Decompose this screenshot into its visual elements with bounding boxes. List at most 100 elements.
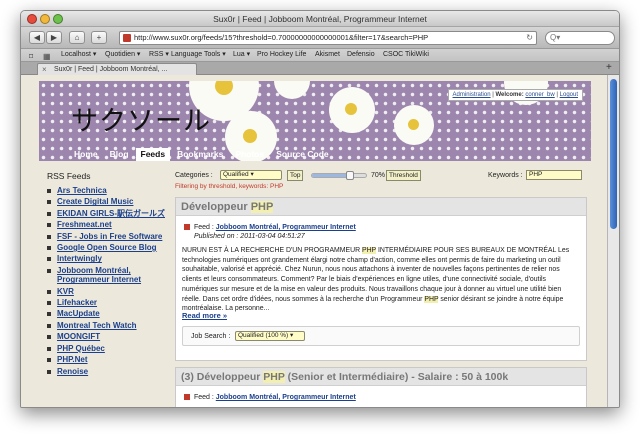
article-body-text: NURUN EST À LA RECHERCHE D'UN PROGRAMMEU… xyxy=(182,247,362,254)
keyword-highlight: PHP xyxy=(361,247,377,254)
job-search-label: Job Search : xyxy=(191,333,231,340)
article-feed-line: Feed : Jobboom Montréal, Programmeur Int… xyxy=(184,394,356,401)
home-button[interactable]: ⌂ xyxy=(69,31,85,44)
nav-feeds[interactable]: Feeds xyxy=(135,148,171,161)
close-tab-icon[interactable]: × xyxy=(42,64,47,75)
keyword-highlight: PHP xyxy=(424,295,439,303)
bookmark-item[interactable]: Akismet xyxy=(315,49,340,61)
rss-feeds-sidebar: RSS Feeds Ars Technica Create Digital Mu… xyxy=(47,171,171,378)
threshold-percent: 70% xyxy=(371,172,386,179)
article-title[interactable]: Développeur PHP xyxy=(176,198,586,216)
bookmarks-bar: ⌑ ▦ Localhost ▾ Quotidien ▾ RSS ▾ Langua… xyxy=(21,49,619,62)
article-body: NURUN EST À LA RECHERCHE D'UN PROGRAMMEU… xyxy=(182,246,580,314)
search-field[interactable]: Q▾ xyxy=(545,31,615,45)
nav-blog[interactable]: Blog xyxy=(105,148,134,161)
feed-link[interactable]: Intertwingly xyxy=(47,254,171,263)
filter-bar: Categories : Qualified ▾ Top 70% Thresho… xyxy=(175,169,591,193)
feed-link[interactable]: FSF - Jobs in Free Software xyxy=(47,232,171,241)
flower-decoration xyxy=(345,103,357,115)
vertical-scrollbar[interactable] xyxy=(607,75,619,407)
threshold-slider-handle[interactable] xyxy=(346,171,355,180)
feed-link[interactable]: EKIDAN GIRLS-駅伝ガールズ xyxy=(47,209,171,218)
nav-bookmarks[interactable]: Bookmarks xyxy=(172,148,228,161)
feed-article: (3) Développeur PHP (Senior et Intermédi… xyxy=(175,367,587,407)
feed-link[interactable]: Lifehacker xyxy=(47,298,171,307)
page-viewport: サクソール Administration | Welcome: conner_b… xyxy=(21,75,609,407)
user-box: Administration | Welcome: conner_bw | Lo… xyxy=(447,89,583,101)
feed-link[interactable]: Renoise xyxy=(47,367,171,376)
read-more-link[interactable]: Read more » xyxy=(182,311,227,320)
address-bar[interactable]: http://www.sux0r.org/feeds/15?threshold=… xyxy=(119,31,537,45)
keyword-highlight: PHP xyxy=(263,371,285,383)
title-bar: Sux0r | Feed | Jobboom Montréal, Program… xyxy=(21,11,619,27)
feed-link[interactable]: Create Digital Music xyxy=(47,197,171,206)
feed-link[interactable]: Freshmeat.net xyxy=(47,220,171,229)
bookmark-item[interactable]: CSOC TikiWiki xyxy=(383,49,429,61)
feed-link[interactable]: PHP Québec xyxy=(47,344,171,353)
categories-label: Categories : xyxy=(175,172,213,179)
bookmark-item[interactable]: Localhost ▾ xyxy=(61,49,96,61)
feed-link[interactable]: MOONGIFT xyxy=(47,332,171,341)
feed-link[interactable]: Montreal Tech Watch xyxy=(47,321,171,330)
filter-status-message: Filtering by threshold, keywords: PHP xyxy=(175,183,284,190)
window-title: Sux0r | Feed | Jobboom Montréal, Program… xyxy=(213,14,427,24)
feed-article: Développeur PHP Feed : Jobboom Montréal,… xyxy=(175,197,587,361)
feed-label: Feed : xyxy=(193,224,214,231)
job-search-box: Job Search : Qualified (100 %) ▾ xyxy=(182,326,580,346)
bookmark-item[interactable]: Quotidien ▾ xyxy=(105,49,140,61)
bookmark-item[interactable]: RSS ▾ xyxy=(149,49,169,61)
job-search-select[interactable]: Qualified (100 %) ▾ xyxy=(235,331,305,341)
article-feed-line: Feed : Jobboom Montréal, Programmeur Int… xyxy=(184,224,356,231)
threshold-button[interactable]: Threshold xyxy=(386,170,421,181)
site-favicon-icon xyxy=(123,34,131,42)
nav-home[interactable]: Home xyxy=(69,148,103,161)
threshold-slider[interactable] xyxy=(311,171,367,180)
administration-link[interactable]: Administration xyxy=(453,92,491,98)
feed-link[interactable]: Ars Technica xyxy=(47,186,171,195)
tab-label: Sux0r | Feed | Jobboom Montréal, ... xyxy=(54,66,168,73)
bookmark-item[interactable]: Pro Hockey Life xyxy=(257,49,306,61)
flower-decoration xyxy=(243,129,257,143)
bookmark-item[interactable]: Defensio xyxy=(347,49,375,61)
keywords-label: Keywords : xyxy=(488,172,523,179)
feed-source-link[interactable]: Jobboom Montréal, Programmeur Internet xyxy=(216,224,356,231)
feed-label: Feed : xyxy=(193,394,214,401)
article-title-text: (3) Développeur xyxy=(181,371,264,383)
keywords-input[interactable]: PHP xyxy=(526,170,582,180)
flower-decoration xyxy=(274,81,310,99)
feed-arrow-icon xyxy=(184,394,190,401)
new-tab-icon[interactable]: + xyxy=(606,62,612,73)
categories-select[interactable]: Qualified ▾ xyxy=(220,170,282,180)
address-url: http://www.sux0r.org/feeds/15?threshold=… xyxy=(134,33,429,42)
feed-link[interactable]: PHP.Net xyxy=(47,355,171,364)
top-button[interactable]: Top xyxy=(287,170,304,181)
sidebar-title: RSS Feeds xyxy=(47,171,91,181)
back-button[interactable]: ◀ xyxy=(29,31,45,44)
site-header-banner: サクソール Administration | Welcome: conner_b… xyxy=(39,81,591,161)
browser-window: Sux0r | Feed | Jobboom Montréal, Program… xyxy=(20,10,620,408)
feed-link[interactable]: Google Open Source Blog xyxy=(47,243,171,252)
add-bookmark-button[interactable]: + xyxy=(91,31,107,44)
logout-link[interactable]: Logout xyxy=(560,92,578,98)
nav-source-code[interactable]: Source Code xyxy=(271,148,333,161)
article-body-text: INTERMÉDIAIRE POUR SES BUREAUX DE MONTRÉ… xyxy=(182,247,570,303)
feed-link[interactable]: KVR xyxy=(47,287,171,296)
nav-photos[interactable]: Photos xyxy=(230,148,269,161)
article-title[interactable]: (3) Développeur PHP (Senior et Intermédi… xyxy=(176,368,586,386)
browser-toolbar: ◀ ▶ ⌂ + http://www.sux0r.org/feeds/15?th… xyxy=(21,27,619,49)
feed-link[interactable]: Jobboom Montréal, Programmeur Internet xyxy=(47,266,171,285)
main-nav: Home Blog Feeds Bookmarks Photos Source … xyxy=(69,148,336,161)
bookmark-item[interactable]: Language Tools ▾ xyxy=(171,49,226,61)
flower-decoration xyxy=(408,119,419,130)
scrollbar-thumb[interactable] xyxy=(610,79,617,229)
published-date: Published on : 2011-03-04 04:51:27 xyxy=(194,233,305,240)
tab-current[interactable]: × Sux0r | Feed | Jobboom Montréal, ... xyxy=(37,63,197,75)
feed-link[interactable]: MacUpdate xyxy=(47,309,171,318)
reload-icon[interactable]: ↻ xyxy=(526,32,533,44)
feed-list: Ars Technica Create Digital Music EKIDAN… xyxy=(47,186,171,376)
feed-source-link[interactable]: Jobboom Montréal, Programmeur Internet xyxy=(216,394,356,401)
forward-button[interactable]: ▶ xyxy=(46,31,62,44)
article-title-text: (Senior et Intermédiaire) - Salaire : 50… xyxy=(284,371,509,383)
username-link[interactable]: conner_bw xyxy=(525,92,554,98)
bookmark-item[interactable]: Lua ▾ xyxy=(233,49,250,61)
